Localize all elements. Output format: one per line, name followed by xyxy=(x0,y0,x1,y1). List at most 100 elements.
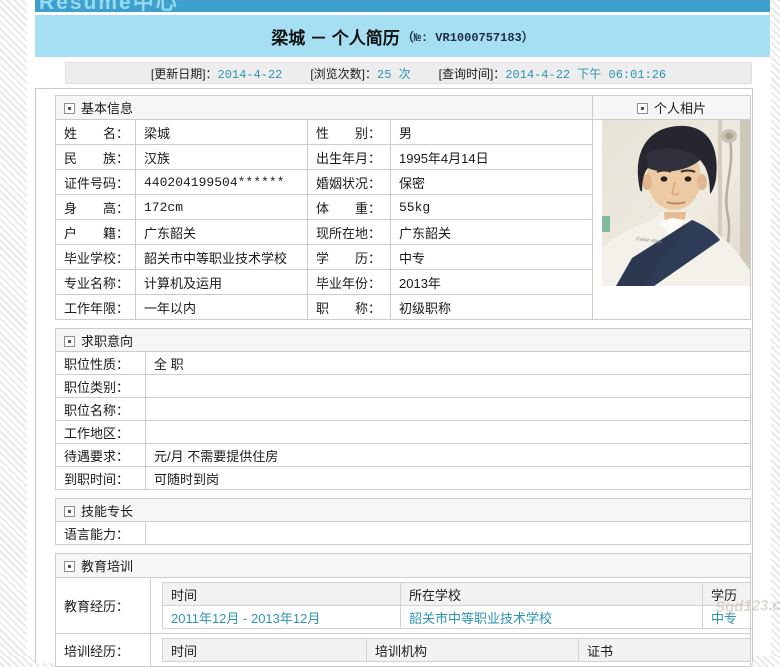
field-value: 元/月 不需要提供住房 xyxy=(146,444,751,467)
field-value: 汉族 xyxy=(136,145,308,170)
table-row: 求职意向 xyxy=(56,329,751,352)
section-header-skills: 技能专长 xyxy=(56,499,751,522)
section-header-photo: 个人相片 xyxy=(593,96,751,120)
table-row: 2011年12月 - 2013年12月 韶关市中等职业技术学校 中专 xyxy=(163,606,751,629)
section-header-education: 教育培训 xyxy=(56,554,751,578)
table-row: 职位类别： xyxy=(56,375,751,398)
field-label: 语言能力： xyxy=(56,522,146,545)
education-period: 2011年12月 - 2013年12月 xyxy=(163,606,401,629)
field-value: 广东韶关 xyxy=(391,220,593,245)
field-label: 现所在地： xyxy=(308,220,391,245)
table-row: 教育经历： 时间 所在学校 学历 2011年12月 - 2013年12月 xyxy=(56,578,751,634)
field-label: 职 称： xyxy=(308,295,391,320)
field-value xyxy=(146,522,751,545)
view-count: [浏览次数]：25 次 xyxy=(310,65,410,82)
table-row: 基本信息 个人相片 xyxy=(56,96,751,120)
table-row: 待遇要求：元/月 不需要提供住房 xyxy=(56,444,751,467)
field-value xyxy=(146,375,751,398)
column-header: 培训机构 xyxy=(367,639,579,662)
table-row: 技能专长 xyxy=(56,499,751,522)
field-value: 梁城 xyxy=(136,120,308,145)
field-value xyxy=(146,398,751,421)
field-label: 职位类别： xyxy=(56,375,146,398)
query-time: [查询时间]：2014-4-22 下午 06:01:26 xyxy=(439,65,667,82)
column-header: 所在学校 xyxy=(401,583,703,606)
page-title: 梁城 － 个人简历 xyxy=(271,24,399,49)
field-label: 专业名称： xyxy=(56,270,136,295)
field-label: 性 别： xyxy=(308,120,391,145)
field-label: 婚姻状况： xyxy=(308,170,391,195)
field-value: 中专 xyxy=(391,245,593,270)
site-brand-text: Resume中心 xyxy=(39,0,770,12)
field-value: 广东韶关 xyxy=(136,220,308,245)
field-label: 职位名称： xyxy=(56,398,146,421)
view-count-label: [浏览次数]： xyxy=(310,67,377,81)
field-value: 男 xyxy=(391,120,593,145)
training-history-cell: 时间 培训机构 证书 xyxy=(151,634,751,667)
section-toggle-icon[interactable] xyxy=(637,103,648,114)
field-value: 计算机及运用 xyxy=(136,270,308,295)
table-row: 职位性质：全 职 xyxy=(56,352,751,375)
field-label: 学 历： xyxy=(308,245,391,270)
education-school: 韶关市中等职业技术学校 xyxy=(401,606,703,629)
section-title: 教育培训 xyxy=(81,559,133,574)
field-label: 体 重： xyxy=(308,195,391,220)
section-header-basic: 基本信息 xyxy=(56,96,593,120)
section-title: 求职意向 xyxy=(81,334,133,349)
field-value: 1995年4月14日 xyxy=(391,145,593,170)
resume-page: { "topbar": { "brand": "Resume中心" }, "ba… xyxy=(0,0,780,656)
field-value: 172cm xyxy=(136,195,308,220)
field-label: 出生年月： xyxy=(308,145,391,170)
section-header-intention: 求职意向 xyxy=(56,329,751,352)
table-row: 姓 名： 梁城 性 别： 男 xyxy=(56,120,751,145)
column-header: 学历 xyxy=(703,583,751,606)
column-header: 时间 xyxy=(163,583,401,606)
field-label: 身 高： xyxy=(56,195,136,220)
resume-number: （№: VR1000757183） xyxy=(402,28,534,45)
field-value: 可随时到岗 xyxy=(146,467,751,490)
update-date-label: [更新日期]： xyxy=(151,67,218,81)
section-toggle-icon[interactable] xyxy=(64,506,75,517)
table-row: 到职时间：可随时到岗 xyxy=(56,467,751,490)
meta-stats-bar: [更新日期]：2014-4-22 [浏览次数]：25 次 [查询时间]：2014… xyxy=(65,62,752,84)
site-header-bar: Resume中心 xyxy=(35,0,770,12)
education-table: 教育培训 教育经历： 时间 所在学校 学历 20 xyxy=(55,553,751,667)
field-label: 职位性质： xyxy=(56,352,146,375)
education-history-cell: 时间 所在学校 学历 2011年12月 - 2013年12月 韶关市中等职业技术… xyxy=(151,578,751,634)
column-header: 时间 xyxy=(163,639,367,662)
section-toggle-icon[interactable] xyxy=(64,103,75,114)
field-label: 工作年限： xyxy=(56,295,136,320)
table-row: 时间 所在学校 学历 xyxy=(163,583,751,606)
section-toggle-icon[interactable] xyxy=(64,561,75,572)
field-value: 440204199504****** xyxy=(136,170,308,195)
field-value: 一年以内 xyxy=(136,295,308,320)
field-label: 工作地区： xyxy=(56,421,146,444)
field-value: 55kg xyxy=(391,195,593,220)
resume-title-banner: 梁城 － 个人简历 （№: VR1000757183） xyxy=(35,15,770,57)
job-intention-table: 求职意向 职位性质：全 职 职位类别： 职位名称： 工作地区： 待遇要求：元/月… xyxy=(55,328,751,490)
profile-photo: Calvin Klein xyxy=(602,120,750,286)
table-row: 时间 培训机构 证书 xyxy=(163,639,751,662)
field-label: 毕业学校： xyxy=(56,245,136,270)
education-history-table: 时间 所在学校 学历 2011年12月 - 2013年12月 韶关市中等职业技术… xyxy=(162,582,751,629)
field-label: 待遇要求： xyxy=(56,444,146,467)
field-label: 姓 名： xyxy=(56,120,136,145)
column-header: 证书 xyxy=(579,639,751,662)
query-time-value: 2014-4-22 下午 06:01:26 xyxy=(505,68,666,82)
section-title: 技能专长 xyxy=(81,504,133,519)
table-row: 语言能力： xyxy=(56,522,751,545)
table-row: 工作地区： xyxy=(56,421,751,444)
education-degree: 中专 xyxy=(703,606,751,629)
photo-cell: Calvin Klein xyxy=(593,120,751,320)
update-date: [更新日期]：2014-4-22 xyxy=(151,65,282,82)
field-value: 保密 xyxy=(391,170,593,195)
field-label: 到职时间： xyxy=(56,467,146,490)
field-value: 初级职称 xyxy=(391,295,593,320)
table-row: 教育培训 xyxy=(56,554,751,578)
field-label: 培训经历： xyxy=(56,634,151,667)
field-value: 韶关市中等职业技术学校 xyxy=(136,245,308,270)
section-toggle-icon[interactable] xyxy=(64,336,75,347)
skills-table: 技能专长 语言能力： xyxy=(55,498,751,545)
field-value: 全 职 xyxy=(146,352,751,375)
resume-body: 基本信息 个人相片 姓 名： 梁城 性 别： 男 xyxy=(35,88,753,663)
